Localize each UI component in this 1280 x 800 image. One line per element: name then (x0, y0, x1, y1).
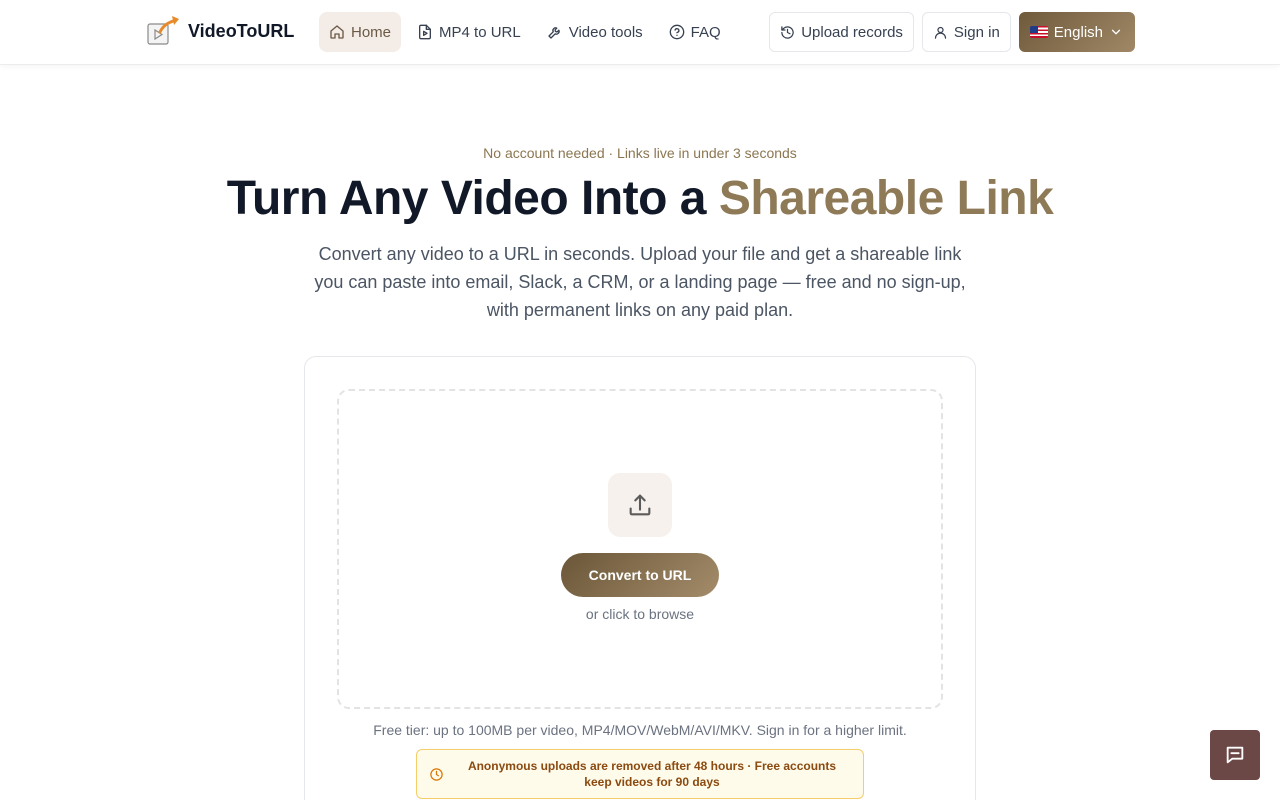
history-icon (781, 25, 794, 39)
chevron-down-icon (1111, 29, 1121, 35)
upload-icon (629, 494, 651, 516)
nav-item-video-tools[interactable]: Video tools (537, 12, 653, 52)
upload-records-button[interactable]: Upload records (769, 12, 914, 52)
help-circle-icon (669, 24, 685, 40)
nav-item-label: MP4 to URL (439, 23, 521, 41)
clock-icon (430, 768, 443, 781)
header-actions: Upload records Sign in English (769, 12, 1135, 52)
nav-item-label: Home (351, 23, 392, 41)
language-selector[interactable]: English (1018, 12, 1135, 52)
logo-icon (147, 16, 179, 45)
upload-dropzone[interactable] (337, 389, 943, 709)
hero-tagline: No account needed · Links live in under … (483, 145, 797, 161)
wrench-icon (548, 27, 560, 39)
language-label: English (1053, 23, 1103, 41)
brand-name: VideoToURL (188, 20, 295, 41)
nav-item-faq[interactable]: FAQ (659, 12, 731, 52)
top-header: VideoToURL Home MP4 to URL Video tools F… (0, 0, 1280, 65)
brand-logo-link[interactable]: VideoToURL (146, 14, 294, 48)
hero-title: Turn Any Video Into a Shareable Link (0, 171, 1280, 226)
user-icon (934, 26, 947, 39)
file-video-icon (419, 24, 432, 40)
nav-item-home[interactable]: Home (319, 12, 402, 52)
retention-notice-text: Anonymous uploads are removed after 48 h… (467, 759, 837, 789)
sign-in-label: Sign in (953, 23, 1000, 41)
upload-limit-info: Free tier: up to 100MB per video, MP4/MO… (373, 722, 907, 738)
hero-title-main: Turn Any Video Into a (226, 172, 719, 225)
us-flag-icon (1029, 26, 1048, 38)
nav-item-label: FAQ (690, 23, 721, 41)
hero-title-accent: Shareable Link (718, 172, 1054, 225)
nav-item-label: Video tools (568, 23, 643, 41)
upload-records-label: Upload records (801, 23, 903, 41)
chat-widget-button[interactable] (1210, 730, 1260, 780)
home-icon (330, 25, 344, 39)
convert-to-url-button[interactable]: Convert to URL (561, 553, 719, 597)
hero-subtitle: Convert any video to a URL in seconds. U… (314, 244, 966, 320)
main-nav: Home MP4 to URL Video tools FAQ (319, 12, 731, 52)
sign-in-button[interactable]: Sign in (921, 12, 1011, 52)
chat-icon (1226, 746, 1244, 764)
retention-notice: Anonymous uploads are removed after 48 h… (416, 749, 864, 799)
browse-hint: or click to browse (585, 606, 695, 622)
upload-icon-box (608, 473, 672, 537)
nav-item-mp4-to-url[interactable]: MP4 to URL (407, 12, 531, 52)
